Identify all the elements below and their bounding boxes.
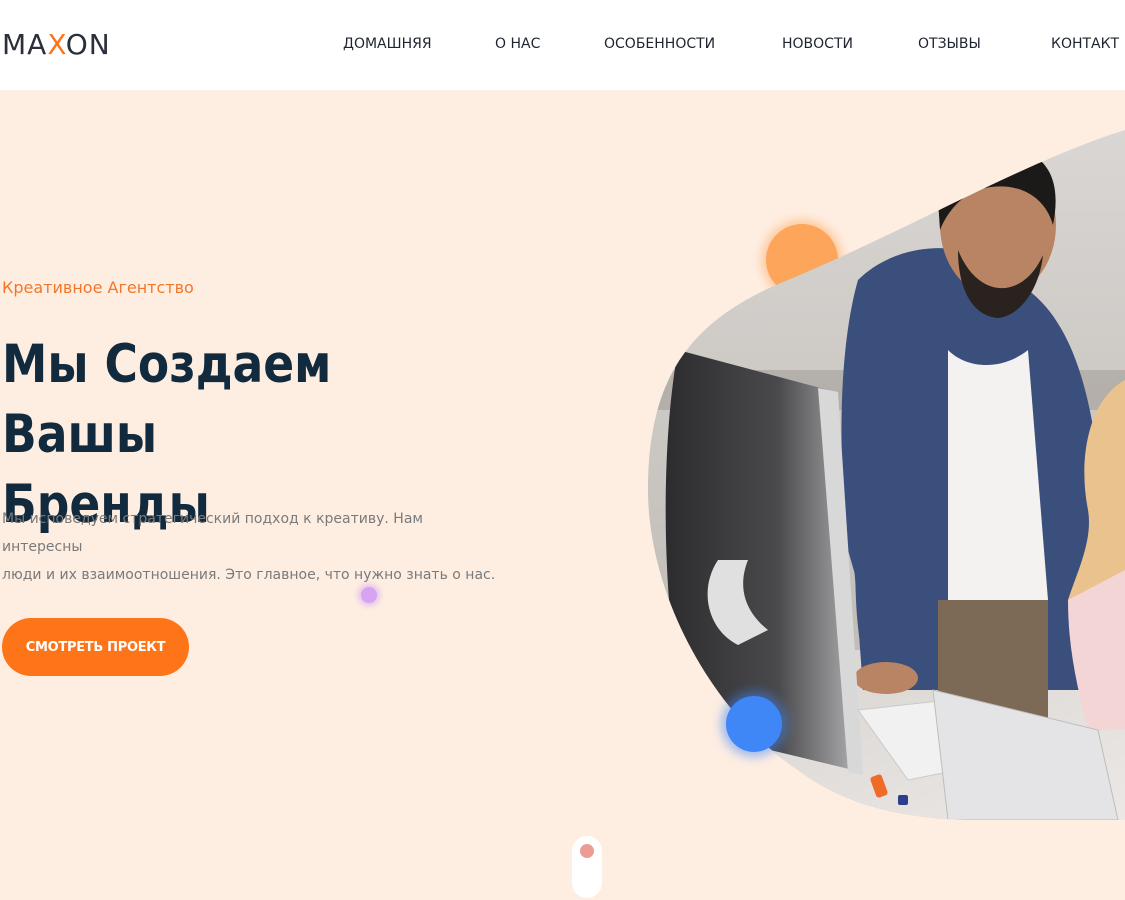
logo-text-accent: X	[47, 28, 66, 61]
decorative-purple-dot	[361, 587, 377, 603]
scroll-indicator-dot	[580, 844, 594, 858]
hero-photo	[648, 130, 1125, 821]
hero-description-line-1: Мы исповедуем стратегический подход к кр…	[2, 511, 423, 555]
decorative-blue-blob	[726, 696, 782, 752]
nav-item-reviews[interactable]: ОТЗЫВЫ	[918, 34, 981, 54]
logo-text-start: MA	[2, 28, 48, 61]
view-project-button[interactable]: СМОТРЕТЬ ПРОЕКТ	[2, 618, 189, 676]
logo-text-end: ON	[65, 28, 111, 61]
nav-item-contact[interactable]: КОНТАКТ	[1051, 34, 1119, 54]
nav-item-about[interactable]: О НАС	[495, 34, 540, 54]
nav-item-home[interactable]: ДОМАШНЯЯ	[343, 34, 432, 54]
hero-title-line-1: Мы Создаем Вашы	[2, 334, 332, 465]
hero-photo-illustration	[648, 130, 1125, 821]
nav-item-features[interactable]: ОСОБЕННОСТИ	[604, 34, 715, 54]
scroll-down-indicator[interactable]	[572, 836, 602, 898]
hero-description: Мы исповедуем стратегический подход к кр…	[2, 505, 502, 589]
logo[interactable]: MAXON	[2, 27, 111, 63]
hero-description-line-2: люди и их взаимоотношения. Это главное, …	[2, 567, 496, 583]
hero-section: Креативное Агентство Мы Создаем Вашы Бре…	[0, 90, 1125, 900]
hero-kicker: Креативное Агентство	[2, 278, 194, 297]
nav-item-news[interactable]: НОВОСТИ	[782, 34, 853, 54]
site-header: MAXON ДОМАШНЯЯ О НАС ОСОБЕННОСТИ НОВОСТИ…	[0, 0, 1125, 90]
